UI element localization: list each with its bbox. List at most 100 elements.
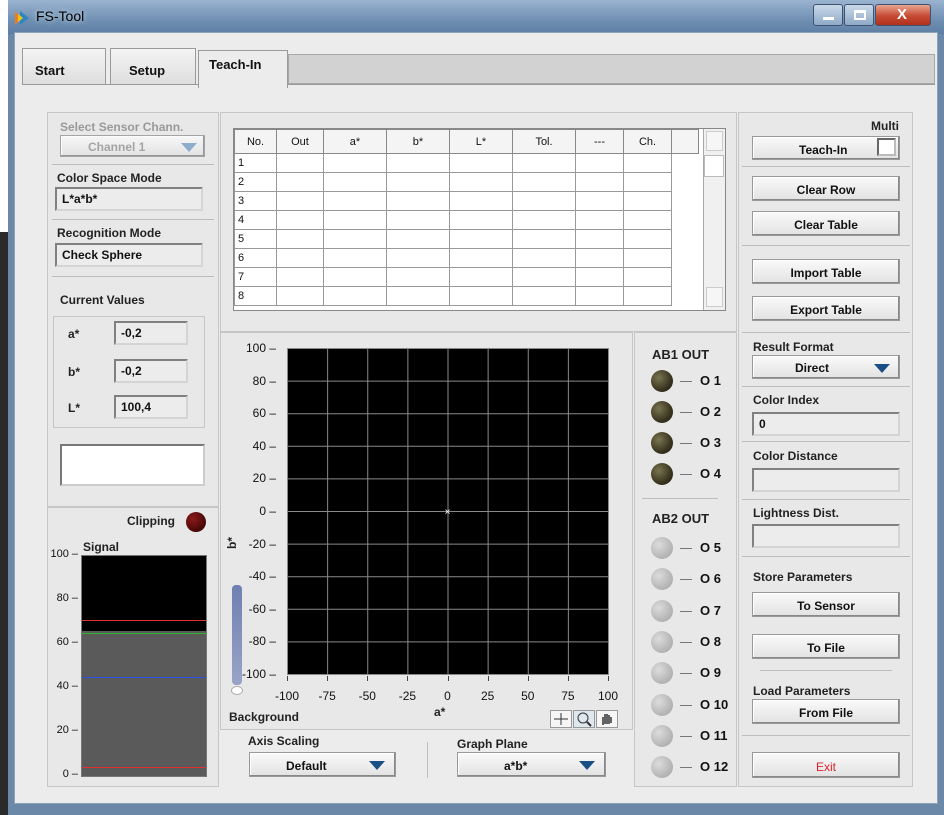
scroll-thumb[interactable] bbox=[704, 155, 724, 177]
table-cell[interactable] bbox=[623, 210, 672, 230]
table-row[interactable]: 8 bbox=[234, 286, 699, 306]
table-cell[interactable] bbox=[449, 191, 513, 211]
table-cell[interactable] bbox=[386, 191, 450, 211]
title-bar[interactable] bbox=[8, 0, 944, 34]
table-cell[interactable] bbox=[575, 153, 624, 173]
table-cell[interactable] bbox=[276, 191, 324, 211]
table-cell[interactable] bbox=[449, 172, 513, 192]
table-cell[interactable] bbox=[323, 286, 387, 306]
table-cell[interactable] bbox=[323, 191, 387, 211]
table-cell[interactable] bbox=[323, 172, 387, 192]
teach-table-grid[interactable]: No. Out a* b* L* Tol. --- Ch. 12345678 bbox=[234, 129, 699, 306]
table-cell[interactable] bbox=[386, 210, 450, 230]
minimize-button[interactable] bbox=[813, 4, 843, 26]
table-row[interactable]: 5 bbox=[234, 229, 699, 249]
table-row[interactable]: 4 bbox=[234, 210, 699, 230]
table-cell[interactable] bbox=[323, 248, 387, 268]
table-cell[interactable] bbox=[449, 248, 513, 268]
close-button[interactable]: X bbox=[875, 4, 931, 26]
table-cell[interactable] bbox=[575, 191, 624, 211]
table-cell[interactable] bbox=[323, 153, 387, 173]
table-cell[interactable] bbox=[276, 172, 324, 192]
table-cell[interactable] bbox=[449, 229, 513, 249]
table-cell[interactable] bbox=[386, 229, 450, 249]
table-cell[interactable] bbox=[276, 153, 324, 173]
table-row[interactable]: 6 bbox=[234, 248, 699, 268]
table-cell[interactable] bbox=[276, 248, 324, 268]
scroll-up-arrow[interactable] bbox=[706, 131, 723, 151]
table-cell[interactable] bbox=[575, 172, 624, 192]
table-cell[interactable] bbox=[512, 229, 576, 249]
table-cell[interactable] bbox=[276, 267, 324, 287]
to-sensor-button[interactable]: To Sensor bbox=[752, 592, 900, 617]
teach-table[interactable]: No. Out a* b* L* Tol. --- Ch. 12345678 bbox=[233, 128, 726, 311]
table-cell[interactable] bbox=[386, 153, 450, 173]
table-cell[interactable] bbox=[575, 229, 624, 249]
from-file-button[interactable]: From File bbox=[752, 699, 900, 724]
table-cell[interactable] bbox=[449, 153, 513, 173]
row-number-cell[interactable]: 5 bbox=[234, 229, 277, 249]
table-cell[interactable] bbox=[449, 267, 513, 287]
row-number-cell[interactable]: 7 bbox=[234, 267, 277, 287]
row-number-cell[interactable]: 2 bbox=[234, 172, 277, 192]
table-cell[interactable] bbox=[623, 286, 672, 306]
row-number-cell[interactable]: 6 bbox=[234, 248, 277, 268]
table-cell[interactable] bbox=[386, 248, 450, 268]
export-table-button[interactable]: Export Table bbox=[752, 296, 900, 321]
table-row[interactable]: 7 bbox=[234, 267, 699, 287]
table-cell[interactable] bbox=[449, 210, 513, 230]
table-cell[interactable] bbox=[623, 153, 672, 173]
clear-row-button[interactable]: Clear Row bbox=[752, 176, 900, 201]
maximize-button[interactable] bbox=[844, 4, 874, 26]
plot-cursor-tool[interactable] bbox=[550, 710, 572, 728]
table-cell[interactable] bbox=[512, 267, 576, 287]
table-row[interactable]: 3 bbox=[234, 191, 699, 211]
table-cell[interactable] bbox=[512, 286, 576, 306]
background-slider[interactable] bbox=[232, 585, 242, 685]
table-scrollbar[interactable] bbox=[703, 129, 725, 310]
plot-zoom-tool[interactable] bbox=[573, 710, 595, 728]
ab-plot[interactable]: × bbox=[287, 348, 609, 675]
table-cell[interactable] bbox=[276, 210, 324, 230]
multi-checkbox[interactable] bbox=[877, 138, 896, 156]
table-cell[interactable] bbox=[575, 248, 624, 268]
table-cell[interactable] bbox=[449, 286, 513, 306]
scroll-down-arrow[interactable] bbox=[706, 287, 723, 307]
table-cell[interactable] bbox=[512, 210, 576, 230]
table-cell[interactable] bbox=[575, 286, 624, 306]
table-cell[interactable] bbox=[623, 172, 672, 192]
import-table-button[interactable]: Import Table bbox=[752, 259, 900, 284]
table-row[interactable]: 1 bbox=[234, 153, 699, 173]
exit-button[interactable]: Exit bbox=[752, 752, 900, 778]
table-cell[interactable] bbox=[386, 172, 450, 192]
background-slider-thumb[interactable] bbox=[231, 686, 243, 695]
graph-plane-select[interactable]: a*b* bbox=[457, 752, 606, 777]
table-cell[interactable] bbox=[575, 267, 624, 287]
to-file-button[interactable]: To File bbox=[752, 634, 900, 659]
table-cell[interactable] bbox=[623, 191, 672, 211]
table-cell[interactable] bbox=[323, 267, 387, 287]
tab-setup[interactable]: Setup bbox=[110, 48, 196, 84]
row-number-cell[interactable]: 3 bbox=[234, 191, 277, 211]
table-cell[interactable] bbox=[276, 286, 324, 306]
table-cell[interactable] bbox=[276, 229, 324, 249]
row-number-cell[interactable]: 1 bbox=[234, 153, 277, 173]
table-cell[interactable] bbox=[575, 210, 624, 230]
table-cell[interactable] bbox=[512, 191, 576, 211]
result-format-select[interactable]: Direct bbox=[752, 355, 900, 379]
axis-scaling-select[interactable]: Default bbox=[249, 752, 396, 777]
tab-start[interactable]: Start bbox=[22, 48, 106, 84]
table-cell[interactable] bbox=[323, 210, 387, 230]
table-cell[interactable] bbox=[386, 286, 450, 306]
table-cell[interactable] bbox=[386, 267, 450, 287]
table-cell[interactable] bbox=[512, 153, 576, 173]
table-cell[interactable] bbox=[512, 248, 576, 268]
row-number-cell[interactable]: 4 bbox=[234, 210, 277, 230]
table-cell[interactable] bbox=[323, 229, 387, 249]
clear-table-button[interactable]: Clear Table bbox=[752, 211, 900, 236]
sensor-channel-select[interactable]: Channel 1 bbox=[60, 135, 205, 157]
table-cell[interactable] bbox=[623, 248, 672, 268]
table-row[interactable]: 2 bbox=[234, 172, 699, 192]
table-cell[interactable] bbox=[623, 229, 672, 249]
tab-teach-in[interactable]: Teach-In bbox=[198, 50, 288, 88]
